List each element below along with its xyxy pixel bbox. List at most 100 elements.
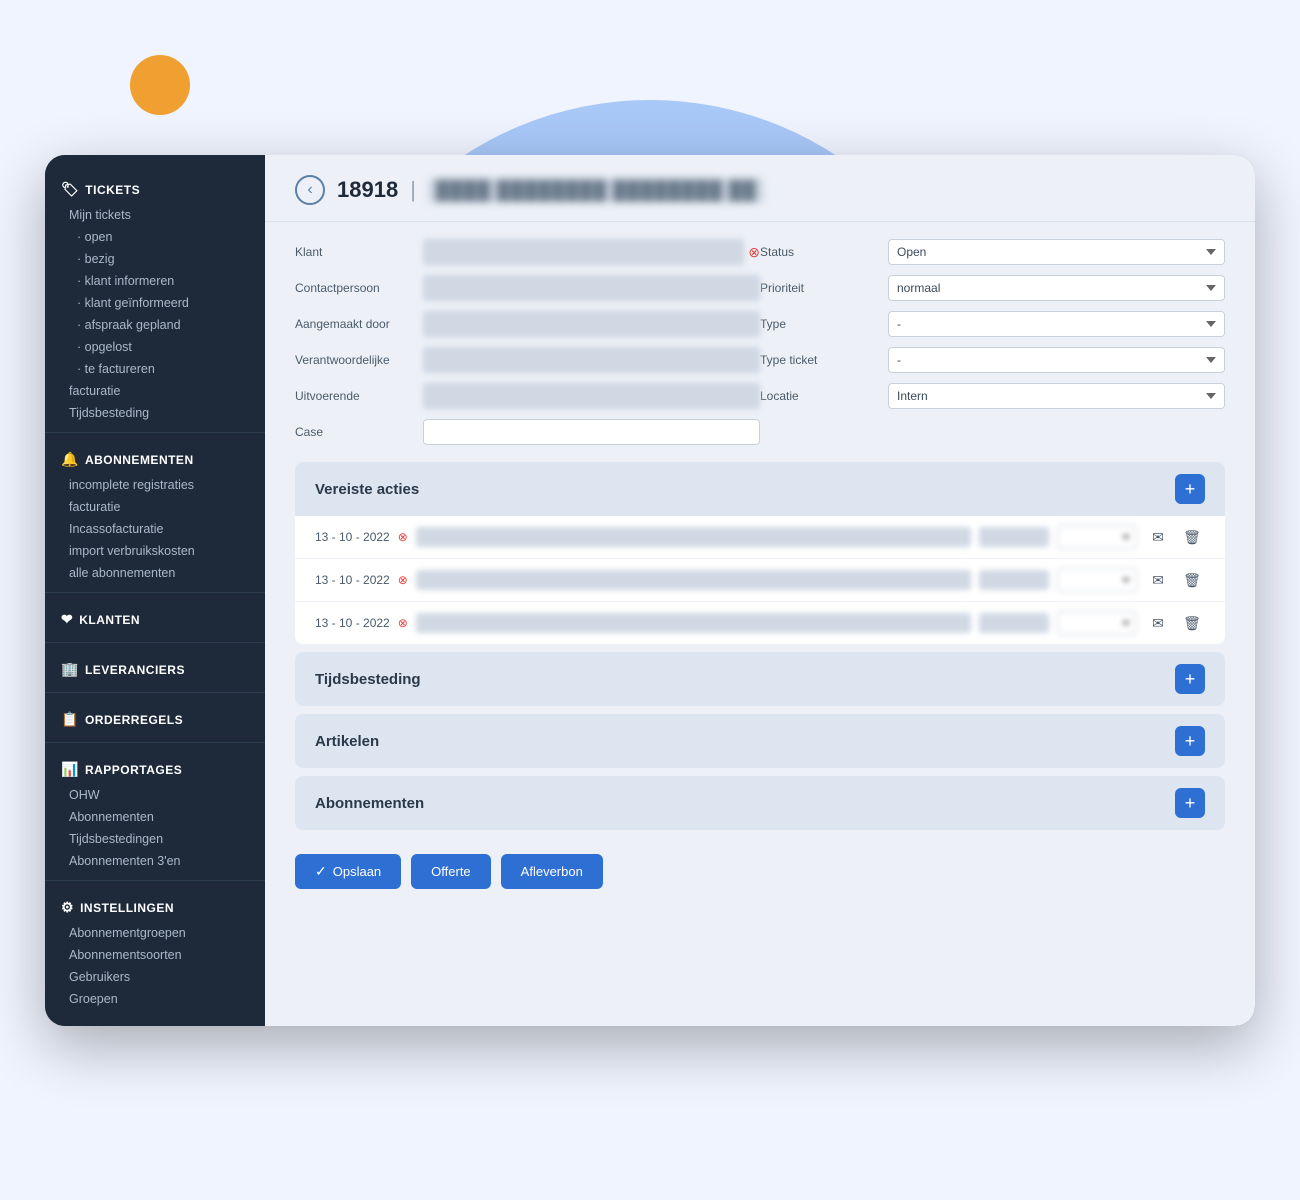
sidebar-item-incasso[interactable]: Incassofacturatie [45, 518, 265, 540]
sidebar-item-klant-geinformeerd[interactable]: · klant geïnformeerd [45, 292, 265, 314]
sidebar-item-alle-abo[interactable]: alle abonnementen [45, 562, 265, 584]
aangemaakt-select[interactable] [423, 311, 760, 337]
sidebar-item-groepen[interactable]: Groepen [45, 988, 265, 1010]
sidebar-item-open[interactable]: · open [45, 226, 265, 248]
action-select-1[interactable] [1057, 525, 1137, 549]
back-button[interactable]: ‹ [295, 175, 325, 205]
sidebar-item-import[interactable]: import verbruikskosten [45, 540, 265, 562]
sidebar-item-abonnementen-rap[interactable]: Abonnementen [45, 806, 265, 828]
content-header: ‹ 18918 | ████ ████████ ████████ ██ [265, 155, 1255, 222]
sidebar-section-orderregels[interactable]: 📋 ORDERREGELS [45, 701, 265, 734]
tijdsbesteding-title: Tijdsbesteding [315, 671, 421, 688]
artikelen-add-button[interactable]: + [1175, 726, 1205, 756]
klant-error-icon: ⊗ [748, 244, 760, 261]
status-select[interactable]: Open [888, 239, 1225, 265]
action-delete-btn-3[interactable]: 🗑 [1179, 610, 1205, 636]
action-mail-btn-1[interactable]: ✉ [1145, 524, 1171, 550]
sidebar-item-facturatie-abo[interactable]: facturatie [45, 496, 265, 518]
case-input[interactable] [423, 419, 760, 445]
vereiste-acties-add-button[interactable]: + [1175, 474, 1205, 504]
action-status-3 [979, 613, 1049, 633]
artikelen-title: Artikelen [315, 733, 379, 750]
prioriteit-select[interactable]: normaal [888, 275, 1225, 301]
tijdsbesteding-add-button[interactable]: + [1175, 664, 1205, 694]
form-row-verantwoordelijke: Verantwoordelijke [295, 346, 760, 374]
sidebar-section-instellingen: ⚙ INSTELLINGEN [45, 889, 265, 922]
form-row-contactpersoon: Contactpersoon [295, 274, 760, 302]
action-row-1: 13 - 10 - 2022 ⊗ ✉ 🗑 [295, 516, 1225, 559]
sidebar-item-incomplete[interactable]: incomplete registraties [45, 474, 265, 496]
sidebar-item-ohw[interactable]: OHW [45, 784, 265, 806]
sidebar-item-tijdsbestedingen[interactable]: Tijdsbestedingen [45, 828, 265, 850]
uitvoerende-select[interactable] [423, 383, 760, 409]
form-row-prioriteit: Prioriteit normaal [760, 274, 1225, 302]
main-content: ‹ 18918 | ████ ████████ ████████ ██ Klan… [265, 155, 1255, 1026]
action-mail-btn-3[interactable]: ✉ [1145, 610, 1171, 636]
sidebar-item-afspraak-gepland[interactable]: · afspraak gepland [45, 314, 265, 336]
locatie-select[interactable]: Intern [888, 383, 1225, 409]
action-mail-btn-2[interactable]: ✉ [1145, 567, 1171, 593]
action-status-2 [979, 570, 1049, 590]
rapportages-icon: 📊 [61, 761, 79, 778]
contactpersoon-input[interactable] [423, 275, 760, 301]
save-label: Opslaan [333, 864, 381, 879]
section-vereiste-acties: Vereiste acties + 13 - 10 - 2022 ⊗ ✉ 🗑 1… [295, 462, 1225, 644]
sidebar-section-leveranciers[interactable]: 🏢 LEVERANCIERS [45, 651, 265, 684]
type-select[interactable]: - [888, 311, 1225, 337]
label-uitvoerende: Uitvoerende [295, 389, 415, 403]
section-tijdsbesteding: Tijdsbesteding + [295, 652, 1225, 706]
action-delete-btn-1[interactable]: 🗑 [1179, 524, 1205, 550]
sidebar-item-abonnementsoorten[interactable]: Abonnementsoorten [45, 944, 265, 966]
save-button[interactable]: ✓ Opslaan [295, 854, 401, 889]
delivery-button[interactable]: Afleverbon [501, 854, 603, 889]
action-row-3: 13 - 10 - 2022 ⊗ ✉ 🗑 [295, 602, 1225, 644]
sidebar-item-opgelost[interactable]: · opgelost [45, 336, 265, 358]
abonnementen-header: Abonnementen + [295, 776, 1225, 830]
back-icon: ‹ [307, 181, 312, 199]
artikelen-header: Artikelen + [295, 714, 1225, 768]
label-verantwoordelijke: Verantwoordelijke [295, 353, 415, 367]
klant-input[interactable] [423, 239, 744, 265]
form-row-type-ticket: Type ticket - [760, 346, 1225, 374]
label-klant: Klant [295, 245, 415, 259]
sidebar-section-klanten[interactable]: ❤ KLANTEN [45, 601, 265, 634]
sidebar-item-tijdsbesteding[interactable]: Tijdsbesteding [45, 402, 265, 424]
quote-button[interactable]: Offerte [411, 854, 491, 889]
tijdsbesteding-header: Tijdsbesteding + [295, 652, 1225, 706]
sidebar-item-mijn-tickets[interactable]: Mijn tickets [45, 204, 265, 226]
sidebar-item-abo-3en[interactable]: Abonnementen 3'en [45, 850, 265, 872]
sidebar-section-rapportages: 📊 RAPPORTAGES [45, 751, 265, 784]
action-date-2: 13 - 10 - 2022 [315, 573, 390, 587]
form-row-aangemaakt: Aangemaakt door [295, 310, 760, 338]
label-type-ticket: Type ticket [760, 353, 880, 367]
form-row-locatie: Locatie Intern [760, 382, 1225, 410]
sidebar-item-klant-informeren[interactable]: · klant informeren [45, 270, 265, 292]
action-error-icon-3: ⊗ [398, 616, 408, 630]
bottom-actions: ✓ Opslaan Offerte Afleverbon [265, 838, 1255, 913]
action-select-3[interactable] [1057, 611, 1137, 635]
sidebar-item-bezig[interactable]: · bezig [45, 248, 265, 270]
instellingen-icon: ⚙ [61, 899, 74, 916]
action-error-icon-2: ⊗ [398, 573, 408, 587]
action-text-2 [416, 570, 971, 590]
sidebar: 🏷 TICKETS Mijn tickets · open · bezig · … [45, 155, 265, 1026]
abonnementen-add-button[interactable]: + [1175, 788, 1205, 818]
action-select-2[interactable] [1057, 568, 1137, 592]
label-locatie: Locatie [760, 389, 880, 403]
sidebar-item-facturatie[interactable]: facturatie [45, 380, 265, 402]
action-text-1 [416, 527, 971, 547]
sidebar-item-te-factureren[interactable]: · te factureren [45, 358, 265, 380]
orderregels-icon: 📋 [61, 711, 79, 728]
sidebar-item-gebruikers[interactable]: Gebruikers [45, 966, 265, 988]
ticket-divider: | [410, 177, 416, 203]
action-error-icon-1: ⊗ [398, 530, 408, 544]
type-ticket-select[interactable]: - [888, 347, 1225, 373]
main-window: 🏷 TICKETS Mijn tickets · open · bezig · … [45, 155, 1255, 1026]
sidebar-item-abonnementgroepen[interactable]: Abonnementgroepen [45, 922, 265, 944]
verantwoordelijke-select[interactable] [423, 347, 760, 373]
klant-input-wrapper: ⊗ [423, 239, 760, 265]
label-contactpersoon: Contactpersoon [295, 281, 415, 295]
action-delete-btn-2[interactable]: 🗑 [1179, 567, 1205, 593]
section-abonnementen: Abonnementen + [295, 776, 1225, 830]
action-text-3 [416, 613, 971, 633]
